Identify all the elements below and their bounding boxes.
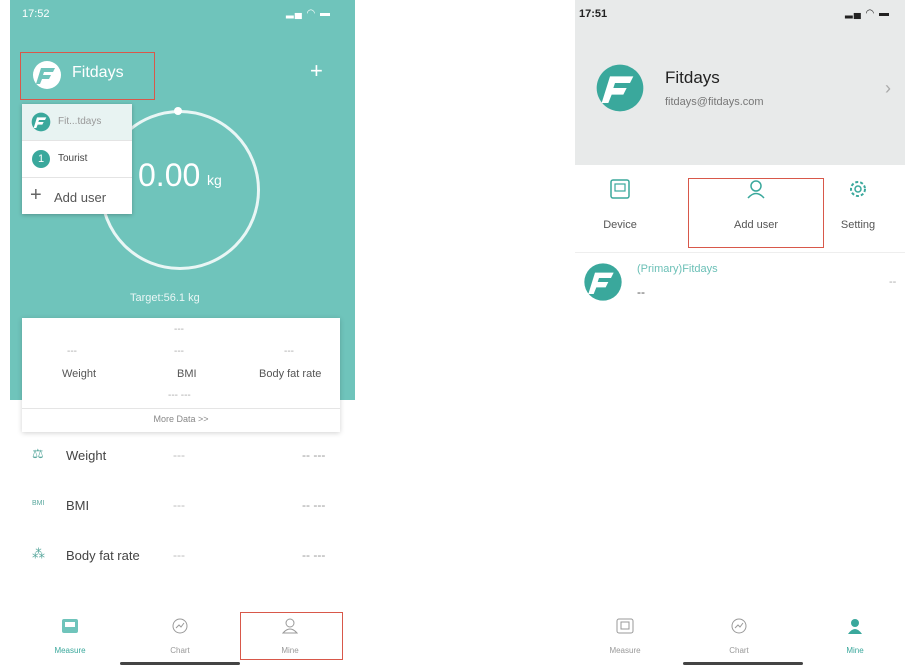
tourist-label: Tourist — [58, 153, 88, 164]
card-divider — [22, 408, 340, 409]
primary-user-name[interactable]: (Primary)Fitdays — [637, 263, 718, 275]
device-icon — [610, 179, 630, 199]
dropdown-item-tourist[interactable]: 1 Tourist — [22, 141, 132, 178]
left-phone-screen: 17:52 ▂▄ ◠ ▬ Fitdays + 0.00 kg Target:56… — [10, 0, 355, 666]
list-item-middle: --- — [173, 548, 185, 562]
list-item-weight[interactable]: ⚖ Weight --- -- --- — [10, 432, 355, 482]
add-button[interactable]: + — [310, 60, 323, 82]
person-icon — [848, 619, 862, 634]
scale-icon: ⚖ — [32, 446, 44, 461]
tab-label: Chart — [729, 646, 749, 655]
tab-measure[interactable]: Measure — [30, 610, 110, 666]
mine-tab-highlight — [240, 612, 343, 660]
brand-name[interactable]: Fitdays — [72, 64, 124, 82]
home-indicator — [120, 662, 240, 665]
fitdays-logo-icon — [33, 61, 61, 89]
list-item-bmi[interactable]: BMI BMI --- -- --- — [10, 482, 355, 532]
add-user-highlight — [688, 178, 824, 248]
status-time: 17:51 — [579, 8, 608, 20]
tab-label: Measure — [609, 646, 641, 655]
weight-unit: kg — [207, 172, 222, 188]
status-icons: ▂▄ ◠ ▬ — [286, 8, 332, 19]
list-item-value: -- --- — [302, 448, 326, 462]
ring-indicator-dot — [174, 107, 182, 115]
dropdown-item-current-user[interactable]: Fit...tdays — [22, 104, 132, 141]
right-phone-screen: 17:51 ▂▄ ◠ ▬ Fitdays fitdays@fitdays.com… — [575, 0, 905, 666]
tab-label: Chart — [170, 646, 190, 655]
divider — [575, 252, 905, 253]
user-avatar — [584, 263, 622, 301]
tab-measure[interactable]: Measure — [585, 610, 665, 666]
metric-label: Weight — [62, 368, 97, 380]
body-fat-icon: ⁂ — [32, 546, 45, 561]
chart-icon — [731, 618, 747, 634]
tab-chart[interactable]: Chart — [140, 610, 220, 666]
status-icons: ▂▄ ◠ ▬ — [845, 8, 891, 19]
metric-label: Body fat rate — [259, 368, 322, 380]
metric-value: --- — [174, 346, 184, 357]
gear-icon — [850, 181, 866, 197]
tourist-icon: 1 — [32, 150, 50, 168]
tab-label: Measure — [54, 646, 86, 655]
avatar[interactable] — [595, 63, 645, 113]
list-item-value: -- --- — [302, 498, 326, 512]
list-item-middle: --- — [173, 448, 185, 462]
list-item-label: Weight — [66, 448, 107, 463]
list-item-label: BMI — [66, 498, 90, 513]
measure-icon — [616, 618, 634, 634]
summary-card: --- --- --- --- Weight BMI Body fat rate… — [22, 318, 340, 432]
target-weight: Target:56.1 kg — [130, 292, 200, 304]
primary-user-sub: -- — [637, 285, 645, 299]
user-dropdown: Fit...tdays 1 Tourist + Add user — [22, 104, 132, 214]
primary-user-end: -- — [889, 276, 897, 288]
tab-chart[interactable]: Chart — [699, 610, 779, 666]
status-time: 17:52 — [22, 8, 50, 20]
metric-label: BMI — [177, 368, 197, 380]
fitdays-logo-icon — [31, 112, 51, 132]
tab-mine[interactable]: Mine — [815, 610, 895, 666]
add-user-label: Add user — [54, 190, 107, 205]
plus-icon: + — [30, 184, 42, 206]
metric-value: --- — [67, 346, 77, 357]
profile-email: fitdays@fitdays.com — [665, 96, 764, 108]
tab-label: Mine — [846, 646, 864, 655]
device-button[interactable]: Device — [575, 165, 675, 245]
card-bottom-dash: --- --- — [168, 390, 191, 401]
card-top-dash: --- — [174, 324, 184, 335]
list-item-body-fat[interactable]: ⁂ Body fat rate --- -- --- — [10, 532, 355, 582]
dropdown-item-add-user[interactable]: + Add user — [22, 178, 132, 214]
list-item-middle: --- — [173, 498, 185, 512]
device-label: Device — [603, 219, 637, 231]
profile-name[interactable]: Fitdays — [665, 68, 720, 88]
tab-bar: Measure Chart Mine — [575, 610, 905, 666]
chart-icon — [172, 618, 188, 634]
current-user-label: Fit...tdays — [58, 116, 102, 127]
weight-value: 0.00 — [138, 157, 201, 193]
bmi-icon: BMI — [32, 500, 45, 507]
measure-icon — [62, 619, 78, 633]
chevron-right-icon[interactable]: › — [885, 78, 891, 99]
list-item-label: Body fat rate — [66, 548, 140, 563]
metric-value: --- — [284, 346, 294, 357]
list-item-value: -- --- — [302, 548, 326, 562]
home-indicator — [683, 662, 803, 665]
more-data-link[interactable]: More Data >> — [22, 414, 340, 424]
